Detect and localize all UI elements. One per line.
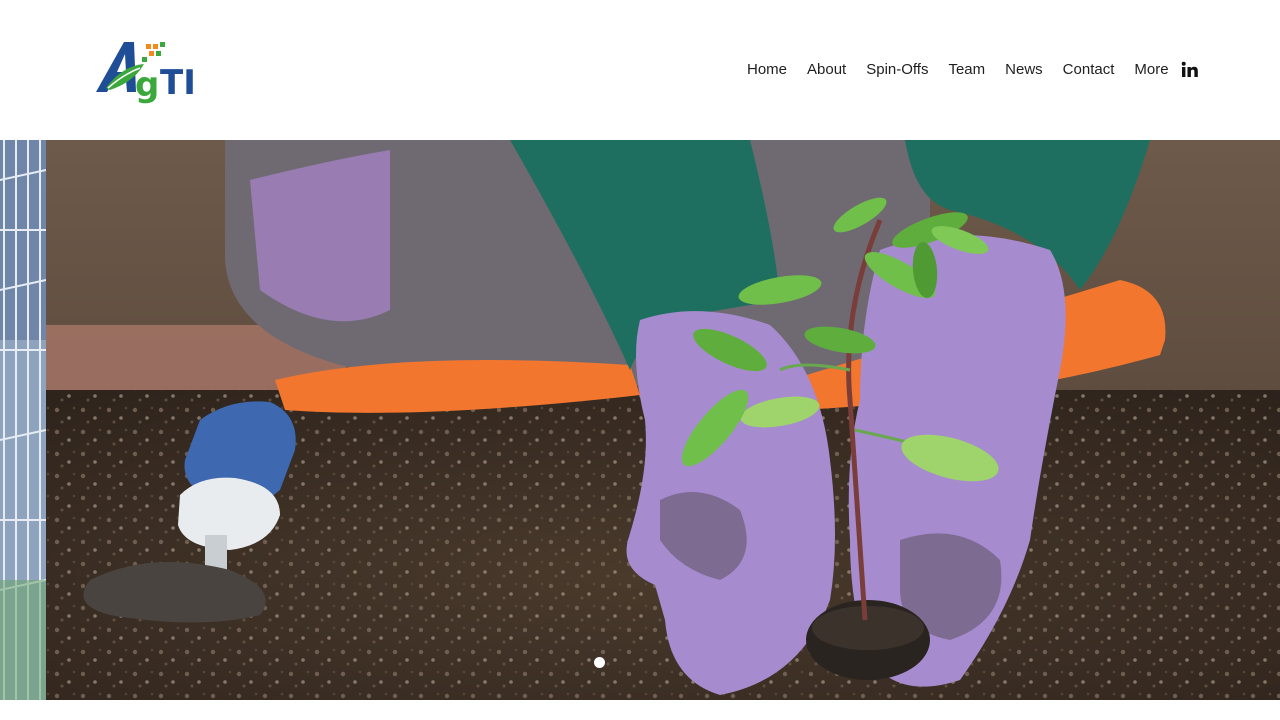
slide-dot-active[interactable] bbox=[594, 657, 605, 668]
logo-mark: g TI bbox=[96, 42, 196, 105]
page-bottom-strip bbox=[0, 700, 1280, 720]
agti-logo[interactable]: g TI bbox=[94, 38, 214, 105]
nav-home[interactable]: Home bbox=[737, 58, 797, 82]
svg-text:g: g bbox=[135, 65, 159, 104]
svg-text:TI: TI bbox=[160, 63, 196, 103]
site-header: g TI Home About Spin-Offs Team News Cont… bbox=[0, 0, 1280, 140]
nav-more[interactable]: More bbox=[1124, 58, 1178, 82]
nav-news[interactable]: News bbox=[995, 58, 1053, 82]
linkedin-icon[interactable] bbox=[1180, 60, 1200, 80]
slide-indicators bbox=[594, 657, 605, 668]
greenhouse-slide-edge bbox=[0, 140, 46, 700]
main-nav: Home About Spin-Offs Team News Contact M… bbox=[737, 58, 1179, 82]
nav-team[interactable]: Team bbox=[938, 58, 995, 82]
nav-about[interactable]: About bbox=[797, 58, 856, 82]
gardening-photo bbox=[0, 140, 1280, 700]
nav-spin-offs[interactable]: Spin-Offs bbox=[856, 58, 938, 82]
nav-contact[interactable]: Contact bbox=[1053, 58, 1125, 82]
hero-slideshow[interactable] bbox=[0, 140, 1280, 700]
